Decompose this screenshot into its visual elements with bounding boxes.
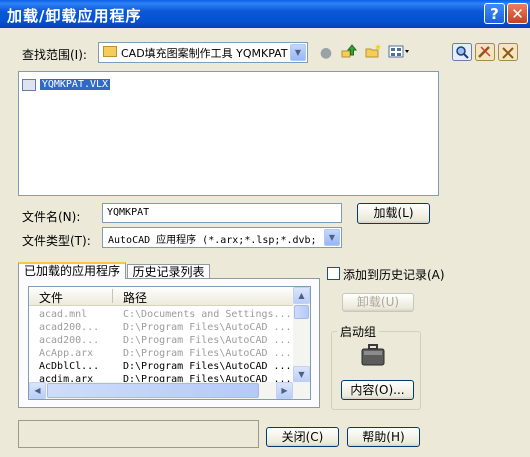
column-path[interactable]: 路径 (123, 289, 147, 306)
scroll-down-icon[interactable]: ▼ (293, 366, 310, 383)
help-button[interactable]: 帮助(H) (347, 427, 420, 447)
file-item[interactable]: YQMKPAT.VLX (22, 77, 111, 91)
tools-icon[interactable] (474, 43, 496, 63)
row-path: D:\Program Files\AutoCAD ... (123, 335, 292, 346)
folder-icon (103, 46, 117, 57)
row-file: acad.mnl (39, 309, 88, 320)
views-menu-icon[interactable] (386, 43, 412, 63)
close-button[interactable]: 关闭(C) (266, 427, 339, 447)
list-header: 文件 路径 (29, 287, 293, 306)
scroll-thumb[interactable] (294, 305, 309, 319)
status-bar (18, 420, 259, 448)
vertical-scrollbar[interactable]: ▲ ▼ (293, 287, 310, 383)
column-file[interactable]: 文件 (39, 289, 63, 306)
loaded-apps-list[interactable]: 文件 路径 acad.mnl C:\Documents and Settings.… (28, 286, 311, 400)
tab-history-list[interactable]: 历史记录列表 (127, 264, 210, 279)
filename-input[interactable]: YQMKPAT (102, 203, 342, 223)
help-icon[interactable]: ? (484, 3, 505, 24)
search-icon[interactable] (451, 43, 473, 63)
table-row[interactable]: AcDblCl... D:\Program Files\AutoCAD ... (29, 361, 293, 374)
briefcase-icon (360, 342, 386, 368)
window-title: 加载/卸载应用程序 (7, 7, 142, 25)
chevron-down-icon[interactable]: ▼ (324, 229, 340, 246)
close-icon[interactable]: ✕ (507, 3, 528, 24)
row-file: acad200... (39, 335, 100, 346)
startup-group-label: 启动组 (337, 323, 380, 340)
load-button[interactable]: 加载(L) (357, 203, 430, 224)
scroll-thumb[interactable] (47, 383, 259, 398)
row-file: AcApp.arx (39, 348, 94, 359)
title-bar: 加载/卸载应用程序 ? ✕ (0, 0, 530, 28)
file-list[interactable]: YQMKPAT.VLX (18, 71, 439, 196)
table-row[interactable]: acad200... D:\Program Files\AutoCAD ... (29, 335, 293, 348)
table-row[interactable]: acad.mnl C:\Documents and Settings... (29, 309, 293, 322)
tools-icon-2[interactable] (497, 43, 519, 63)
table-row[interactable]: acad200... D:\Program Files\AutoCAD ... (29, 322, 293, 335)
horizontal-scrollbar[interactable]: ◀ ▶ (29, 382, 310, 399)
new-folder-icon[interactable] (362, 43, 384, 63)
add-history-checkbox[interactable] (327, 267, 340, 280)
file-name: YQMKPAT.VLX (39, 79, 111, 90)
row-path: D:\Program Files\AutoCAD ... (123, 361, 292, 372)
row-file: acad200... (39, 322, 100, 333)
row-path: D:\Program Files\AutoCAD ... (123, 322, 292, 333)
contents-button[interactable]: 内容(O)... (341, 380, 414, 400)
filename-label: 文件名(N): (22, 210, 81, 224)
filetype-value: AutoCAD 应用程序 (*.arx;*.lsp;*.dvb; (108, 235, 317, 246)
scroll-left-icon[interactable]: ◀ (29, 382, 46, 399)
lookin-label: 查找范围(I): (22, 48, 87, 62)
scroll-right-icon[interactable]: ▶ (276, 382, 293, 399)
chevron-down-icon[interactable]: ▼ (290, 44, 306, 61)
tab-loaded-apps[interactable]: 已加载的应用程序 (18, 262, 126, 279)
filetype-label: 文件类型(T): (22, 234, 91, 248)
lookin-value: CAD填充图案制作工具 YQMKPAT (121, 47, 288, 60)
filetype-dropdown[interactable]: AutoCAD 应用程序 (*.arx;*.lsp;*.dvb; ▼ (102, 227, 342, 248)
lookin-dropdown[interactable]: CAD填充图案制作工具 YQMKPAT ▼ (98, 42, 308, 63)
scroll-up-icon[interactable]: ▲ (293, 287, 310, 304)
file-vlx-icon (22, 78, 36, 91)
unload-button[interactable]: 卸载(U) (342, 293, 414, 312)
table-row[interactable]: AcApp.arx D:\Program Files\AutoCAD ... (29, 348, 293, 361)
row-path: C:\Documents and Settings... (123, 309, 292, 320)
row-file: AcDblCl... (39, 361, 100, 372)
add-history-label: 添加到历史记录(A) (343, 268, 445, 282)
row-path: D:\Program Files\AutoCAD ... (123, 348, 292, 359)
up-folder-icon[interactable] (338, 43, 360, 63)
back-icon[interactable]: ● (315, 43, 337, 63)
